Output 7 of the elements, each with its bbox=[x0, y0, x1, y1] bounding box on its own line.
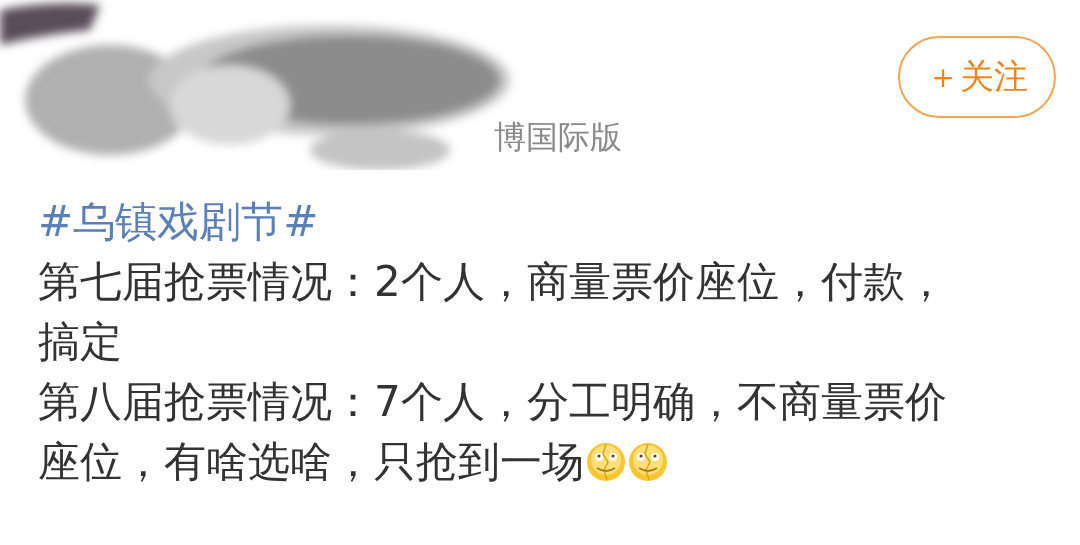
cracked-smiley-icon bbox=[586, 442, 626, 482]
post-paragraph: 第七届抢票情况：2个人，商量票价座位，付款，搞定 bbox=[38, 256, 948, 368]
topic-hashtag[interactable]: #乌镇戏剧节# bbox=[38, 192, 319, 252]
post-paragraph: 第八届抢票情况：7个人，分工明确，不商量票价座位，有啥选啥，只抢到一场 bbox=[38, 376, 948, 488]
follow-button[interactable]: ＋关注 bbox=[898, 36, 1056, 118]
source-label: 博国际版 bbox=[494, 117, 622, 158]
cracked-smiley-icon bbox=[628, 442, 668, 482]
